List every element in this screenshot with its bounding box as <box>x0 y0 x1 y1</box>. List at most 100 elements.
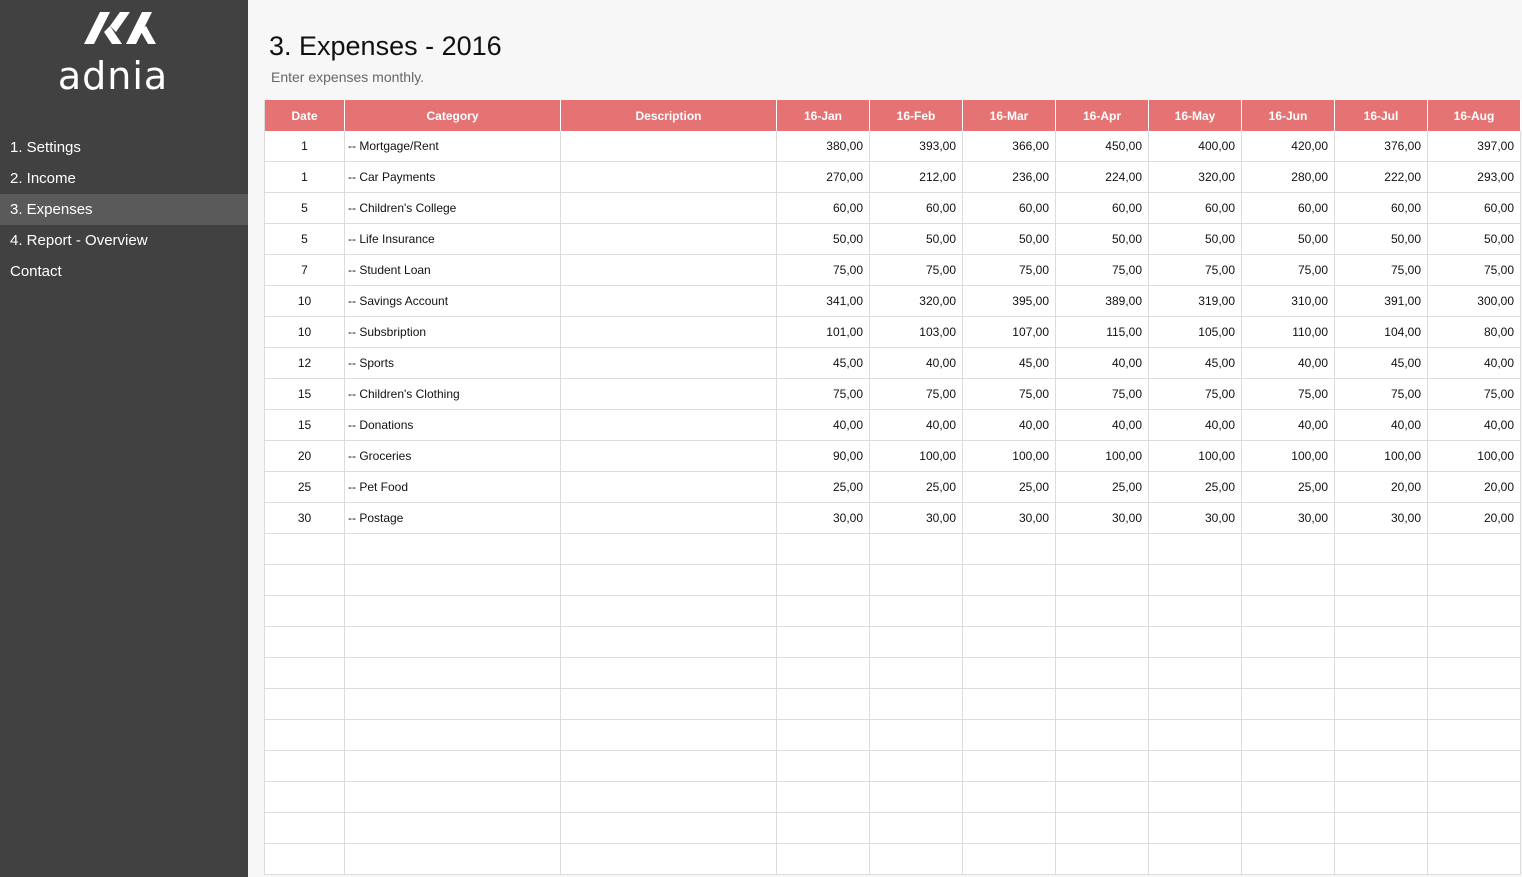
amount-cell[interactable]: 40,00 <box>1334 409 1428 441</box>
amount-cell[interactable]: 105,00 <box>1148 316 1242 348</box>
date-cell[interactable]: 5 <box>264 223 345 255</box>
date-cell[interactable]: 7 <box>264 254 345 286</box>
empty-cell[interactable] <box>1148 781 1242 813</box>
empty-cell[interactable] <box>1334 564 1428 596</box>
empty-cell[interactable] <box>560 688 777 720</box>
amount-cell[interactable]: 30,00 <box>776 502 870 534</box>
amount-cell[interactable]: 20,00 <box>1427 471 1521 503</box>
empty-cell[interactable] <box>264 750 345 782</box>
amount-cell[interactable]: 75,00 <box>1148 254 1242 286</box>
category-cell[interactable]: -- Children's Clothing <box>344 378 561 410</box>
amount-cell[interactable]: 20,00 <box>1427 502 1521 534</box>
amount-cell[interactable]: 400,00 <box>1148 131 1242 162</box>
amount-cell[interactable]: 45,00 <box>962 347 1056 379</box>
empty-cell[interactable] <box>1427 688 1521 720</box>
amount-cell[interactable]: 25,00 <box>869 471 963 503</box>
amount-cell[interactable]: 75,00 <box>1241 378 1335 410</box>
empty-cell[interactable] <box>869 688 963 720</box>
amount-cell[interactable]: 101,00 <box>776 316 870 348</box>
empty-cell[interactable] <box>776 843 870 875</box>
amount-cell[interactable]: 110,00 <box>1241 316 1335 348</box>
amount-cell[interactable]: 75,00 <box>962 378 1056 410</box>
column-header[interactable]: 16-Apr <box>1055 100 1149 131</box>
empty-cell[interactable] <box>1334 843 1428 875</box>
description-cell[interactable] <box>560 223 777 255</box>
amount-cell[interactable]: 30,00 <box>1241 502 1335 534</box>
amount-cell[interactable]: 100,00 <box>1055 440 1149 472</box>
amount-cell[interactable]: 50,00 <box>1334 223 1428 255</box>
empty-cell[interactable] <box>344 688 561 720</box>
description-cell[interactable] <box>560 161 777 193</box>
empty-cell[interactable] <box>344 533 561 565</box>
empty-cell[interactable] <box>1241 750 1335 782</box>
amount-cell[interactable]: 50,00 <box>776 223 870 255</box>
empty-cell[interactable] <box>1427 595 1521 627</box>
empty-cell[interactable] <box>962 533 1056 565</box>
amount-cell[interactable]: 40,00 <box>869 409 963 441</box>
column-header[interactable]: 16-May <box>1148 100 1242 131</box>
amount-cell[interactable]: 60,00 <box>1241 192 1335 224</box>
amount-cell[interactable]: 100,00 <box>962 440 1056 472</box>
empty-cell[interactable] <box>560 719 777 751</box>
empty-cell[interactable] <box>560 781 777 813</box>
empty-cell[interactable] <box>1241 688 1335 720</box>
amount-cell[interactable]: 103,00 <box>869 316 963 348</box>
description-cell[interactable] <box>560 347 777 379</box>
amount-cell[interactable]: 40,00 <box>1148 409 1242 441</box>
date-cell[interactable]: 20 <box>264 440 345 472</box>
amount-cell[interactable]: 60,00 <box>1055 192 1149 224</box>
empty-cell[interactable] <box>962 688 1056 720</box>
category-cell[interactable]: -- Children's College <box>344 192 561 224</box>
empty-cell[interactable] <box>869 843 963 875</box>
amount-cell[interactable]: 25,00 <box>1241 471 1335 503</box>
amount-cell[interactable]: 30,00 <box>1148 502 1242 534</box>
amount-cell[interactable]: 115,00 <box>1055 316 1149 348</box>
empty-cell[interactable] <box>1055 812 1149 844</box>
empty-cell[interactable] <box>962 626 1056 658</box>
empty-cell[interactable] <box>776 533 870 565</box>
amount-cell[interactable]: 40,00 <box>776 409 870 441</box>
empty-cell[interactable] <box>560 533 777 565</box>
amount-cell[interactable]: 236,00 <box>962 161 1056 193</box>
empty-cell[interactable] <box>1241 626 1335 658</box>
empty-cell[interactable] <box>1148 533 1242 565</box>
column-header[interactable]: Category <box>344 100 561 131</box>
empty-cell[interactable] <box>1241 533 1335 565</box>
category-cell[interactable]: -- Savings Account <box>344 285 561 317</box>
empty-cell[interactable] <box>869 781 963 813</box>
empty-cell[interactable] <box>560 626 777 658</box>
amount-cell[interactable]: 450,00 <box>1055 131 1149 162</box>
column-header[interactable]: 16-Aug <box>1427 100 1521 131</box>
empty-cell[interactable] <box>1148 843 1242 875</box>
empty-cell[interactable] <box>962 812 1056 844</box>
empty-cell[interactable] <box>1427 719 1521 751</box>
empty-cell[interactable] <box>264 843 345 875</box>
date-cell[interactable]: 15 <box>264 378 345 410</box>
empty-cell[interactable] <box>344 812 561 844</box>
amount-cell[interactable]: 100,00 <box>1427 440 1521 472</box>
empty-cell[interactable] <box>344 564 561 596</box>
empty-cell[interactable] <box>264 688 345 720</box>
date-cell[interactable]: 30 <box>264 502 345 534</box>
amount-cell[interactable]: 60,00 <box>962 192 1056 224</box>
date-cell[interactable]: 1 <box>264 161 345 193</box>
amount-cell[interactable]: 376,00 <box>1334 131 1428 162</box>
amount-cell[interactable]: 320,00 <box>1148 161 1242 193</box>
empty-cell[interactable] <box>962 595 1056 627</box>
empty-cell[interactable] <box>1055 843 1149 875</box>
nav-item-3[interactable]: 4. Report - Overview <box>0 225 248 256</box>
date-cell[interactable]: 25 <box>264 471 345 503</box>
amount-cell[interactable]: 75,00 <box>869 254 963 286</box>
amount-cell[interactable]: 212,00 <box>869 161 963 193</box>
amount-cell[interactable]: 80,00 <box>1427 316 1521 348</box>
empty-cell[interactable] <box>1334 626 1428 658</box>
empty-cell[interactable] <box>1055 564 1149 596</box>
amount-cell[interactable]: 60,00 <box>1334 192 1428 224</box>
amount-cell[interactable]: 60,00 <box>869 192 963 224</box>
empty-cell[interactable] <box>1055 595 1149 627</box>
category-cell[interactable]: -- Student Loan <box>344 254 561 286</box>
amount-cell[interactable]: 50,00 <box>1148 223 1242 255</box>
empty-cell[interactable] <box>1334 657 1428 689</box>
amount-cell[interactable]: 397,00 <box>1427 131 1521 162</box>
amount-cell[interactable]: 75,00 <box>776 254 870 286</box>
